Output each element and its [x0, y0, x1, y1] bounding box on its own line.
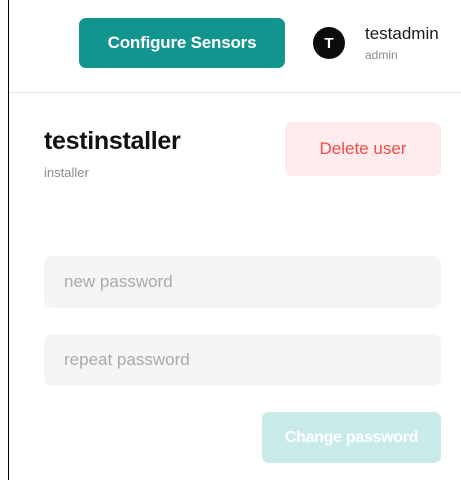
user-role: installer [44, 165, 89, 180]
change-password-button[interactable]: Change password [262, 412, 441, 463]
current-user-name: testadmin [365, 24, 439, 43]
delete-user-button[interactable]: Delete user [285, 122, 441, 176]
configure-sensors-button[interactable]: Configure Sensors [79, 18, 285, 68]
page: Configure Sensors T testadmin admin test… [0, 0, 461, 480]
current-user-role: admin [365, 48, 398, 62]
new-password-input[interactable] [44, 256, 441, 308]
header-divider [9, 92, 461, 93]
user-title: testinstaller [44, 127, 181, 155]
avatar[interactable]: T [313, 27, 345, 59]
repeat-password-input[interactable] [44, 334, 441, 386]
